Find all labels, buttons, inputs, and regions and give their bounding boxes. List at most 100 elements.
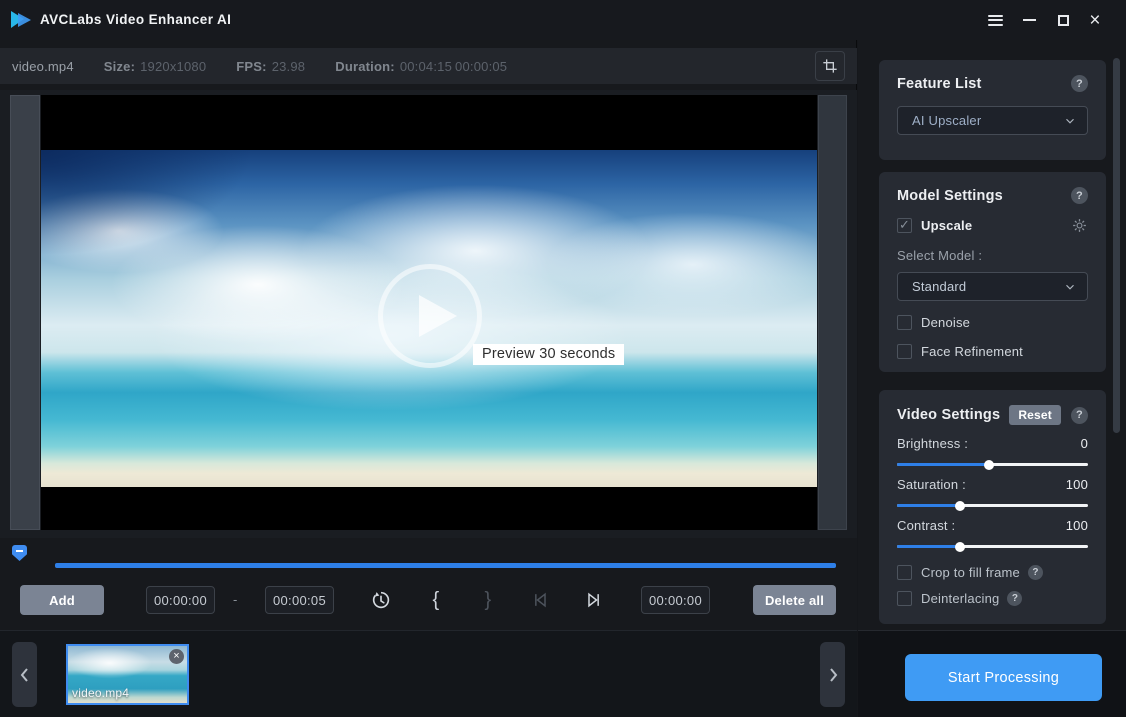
preview-left-scrollbar[interactable] — [10, 95, 40, 530]
clock-history-icon — [370, 589, 392, 611]
maximize-icon — [1058, 15, 1069, 26]
model-settings-title: Model Settings — [897, 188, 1071, 204]
chevron-right-icon — [827, 667, 839, 683]
feature-dropdown-value: AI Upscaler — [912, 113, 1063, 128]
denoise-checkbox[interactable] — [897, 315, 912, 330]
model-dropdown[interactable]: Standard — [897, 272, 1088, 301]
current-time-input[interactable] — [641, 586, 710, 614]
timeline: Add - { } — [0, 538, 857, 630]
feature-list-help-icon[interactable]: ? — [1071, 75, 1088, 92]
minimize-icon — [1023, 19, 1036, 21]
contrast-slider-thumb[interactable] — [955, 542, 965, 552]
crop-to-fill-checkbox[interactable] — [897, 565, 912, 580]
duration-extra-value: 00:00:05 — [455, 59, 507, 74]
delete-all-button[interactable]: Delete all — [753, 585, 836, 615]
feature-dropdown[interactable]: AI Upscaler — [897, 106, 1088, 135]
window-title: AVCLabs Video Enhancer AI — [40, 12, 231, 27]
contrast-label: Contrast : — [897, 518, 955, 533]
deinterlacing-help-icon[interactable]: ? — [1007, 591, 1022, 606]
range-end-input[interactable] — [265, 586, 334, 614]
timeline-controls: Add - { } — [0, 584, 857, 616]
brightness-label: Brightness : — [897, 436, 968, 451]
deinterlacing-checkbox[interactable] — [897, 591, 912, 606]
upscale-label: Upscale — [921, 218, 972, 233]
sidebar-footer: Start Processing — [858, 630, 1126, 717]
duration-value: 00:04:15 — [400, 59, 452, 74]
fps-label: FPS: — [236, 59, 266, 74]
clip-strip: × video.mp4 — [0, 630, 857, 717]
video-settings-title: Video Settings — [897, 407, 1009, 423]
gear-icon[interactable] — [1071, 217, 1088, 234]
upscale-checkbox[interactable] — [897, 218, 912, 233]
face-refinement-checkbox[interactable] — [897, 344, 912, 359]
brightness-value: 0 — [1081, 436, 1088, 451]
minimize-button[interactable] — [1016, 8, 1042, 32]
chevron-left-icon — [19, 667, 31, 683]
deinterlacing-label: Deinterlacing — [921, 591, 999, 606]
clip-thumbnail[interactable]: × video.mp4 — [66, 644, 189, 705]
settings-sidebar: Feature List ? AI Upscaler Model Setting… — [858, 40, 1126, 717]
crop-to-fill-help-icon[interactable]: ? — [1028, 565, 1043, 580]
size-value: 1920x1080 — [140, 59, 206, 74]
size-label: Size: — [104, 59, 135, 74]
saturation-slider[interactable] — [897, 504, 1088, 507]
video-settings-card: Video Settings Reset ? Brightness : 0 Sa… — [879, 390, 1106, 624]
contrast-slider[interactable] — [897, 545, 1088, 548]
model-settings-help-icon[interactable]: ? — [1071, 187, 1088, 204]
set-start-button[interactable]: { — [420, 584, 452, 616]
range-start-input[interactable] — [146, 586, 215, 614]
brightness-slider-fill — [897, 463, 989, 466]
feature-list-title: Feature List — [897, 76, 1071, 92]
skip-end-icon — [584, 590, 604, 610]
sidebar-scrollbar[interactable] — [1113, 56, 1120, 626]
menu-button[interactable] — [982, 8, 1008, 32]
feature-list-card: Feature List ? AI Upscaler — [879, 60, 1106, 160]
scroll-left-button[interactable] — [12, 642, 37, 707]
scroll-right-button[interactable] — [820, 642, 845, 707]
timeline-progress-bar[interactable] — [55, 563, 836, 568]
contrast-value: 100 — [1066, 518, 1088, 533]
crop-icon — [822, 58, 838, 74]
playhead-dash-icon — [16, 550, 23, 552]
brightness-slider-thumb[interactable] — [984, 460, 994, 470]
skip-start-icon — [530, 590, 550, 610]
close-icon: × — [1089, 11, 1100, 30]
reset-trim-button[interactable] — [365, 584, 397, 616]
play-icon — [419, 295, 457, 337]
remove-clip-button[interactable]: × — [169, 649, 184, 664]
fps-value: 23.98 — [272, 59, 306, 74]
crop-to-fill-label: Crop to fill frame — [921, 565, 1020, 580]
saturation-label: Saturation : — [897, 477, 966, 492]
chevron-down-icon — [1063, 114, 1077, 128]
video-filename: video.mp4 — [12, 59, 74, 74]
saturation-value: 100 — [1066, 477, 1088, 492]
video-info-bar: video.mp4 Size: 1920x1080 FPS: 23.98 Dur… — [0, 48, 857, 84]
contrast-slider-fill — [897, 545, 960, 548]
add-button[interactable]: Add — [20, 585, 104, 615]
model-settings-card: Model Settings ? Upscale Select Mode — [879, 172, 1106, 372]
brightness-slider[interactable] — [897, 463, 1088, 466]
saturation-slider-fill — [897, 504, 960, 507]
titlebar: AVCLabs Video Enhancer AI × — [0, 0, 1126, 40]
reset-button[interactable]: Reset — [1009, 405, 1061, 425]
video-settings-help-icon[interactable]: ? — [1071, 407, 1088, 424]
maximize-button[interactable] — [1050, 8, 1076, 32]
thumbnail-filename: video.mp4 — [72, 686, 129, 700]
preview-right-scrollbar[interactable] — [818, 95, 847, 530]
play-button[interactable] — [378, 264, 482, 368]
sidebar-scrollbar-thumb[interactable] — [1113, 58, 1120, 433]
close-button[interactable]: × — [1082, 8, 1108, 32]
face-refinement-label: Face Refinement — [921, 344, 1023, 359]
preview-zone: Preview 30 seconds — [0, 90, 857, 538]
select-model-label: Select Model : — [897, 248, 1088, 263]
skip-to-end-button[interactable] — [578, 584, 610, 616]
playhead-marker[interactable] — [12, 545, 27, 561]
duration-label: Duration: — [335, 59, 395, 74]
crop-button[interactable] — [815, 51, 845, 81]
saturation-slider-thumb[interactable] — [955, 501, 965, 511]
start-processing-button[interactable]: Start Processing — [905, 654, 1102, 701]
video-frame-image: Preview 30 seconds — [41, 150, 817, 487]
video-preview[interactable]: Preview 30 seconds — [41, 95, 817, 530]
set-end-button[interactable]: } — [472, 584, 504, 616]
skip-to-start-button[interactable] — [524, 584, 556, 616]
